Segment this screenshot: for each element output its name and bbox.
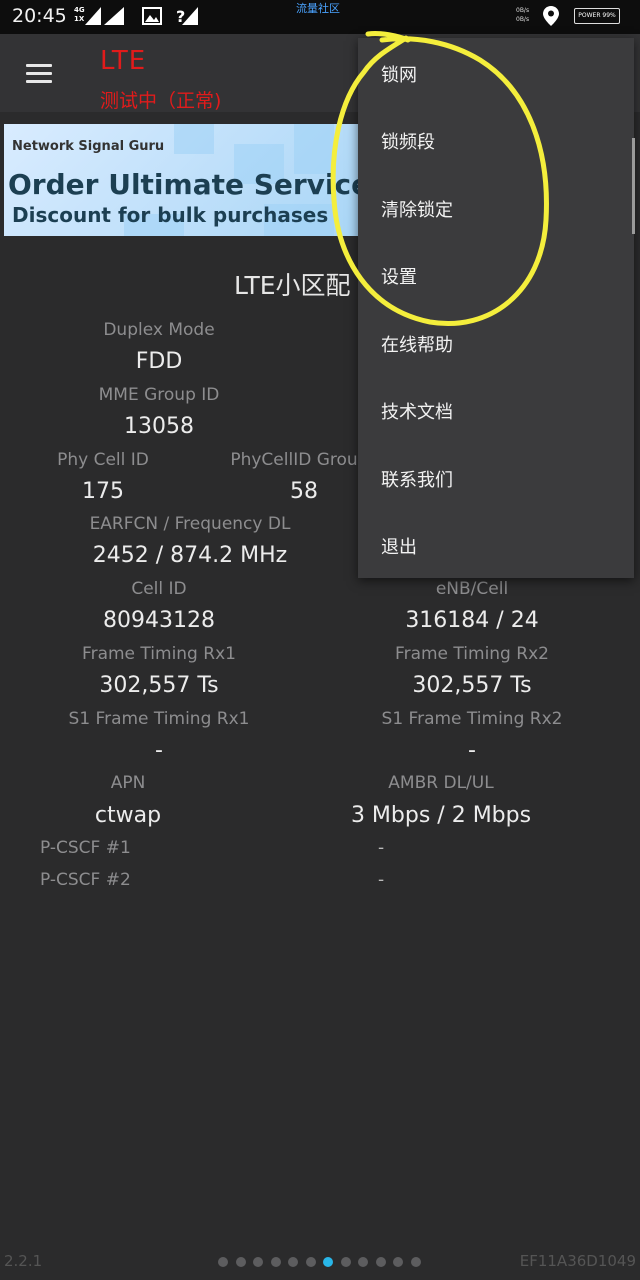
- section-title: LTE小区配: [234, 271, 351, 300]
- page-dot[interactable]: [340, 1257, 351, 1267]
- phycellid-group-value: 58: [290, 479, 318, 504]
- pcscf2-value: -: [378, 870, 385, 890]
- enb-cell-label: eNB/Cell: [435, 579, 509, 599]
- phycellid-group-label: PhyCellID Grou: [230, 450, 358, 470]
- device-id-label: EF11A36D1049: [519, 1252, 636, 1270]
- status-time: 20:45: [12, 5, 67, 27]
- frame-timing-rx2-label: Frame Timing Rx2: [395, 644, 549, 664]
- apn-value: ctwap: [94, 803, 162, 828]
- cell-id-value: 80943128: [103, 608, 215, 633]
- frame-timing-rx1-value: 302,557 Ts: [99, 673, 219, 698]
- page-dot[interactable]: [270, 1257, 281, 1267]
- menu-item-tech-docs[interactable]: 技术文档: [381, 398, 453, 424]
- page-dot[interactable]: [218, 1257, 228, 1267]
- network-speed: 0B/s 0B/s: [516, 7, 530, 23]
- menu-item-clear-lock[interactable]: 清除锁定: [381, 196, 453, 222]
- page-dot[interactable]: [305, 1257, 316, 1267]
- page-dot[interactable]: [323, 1257, 333, 1267]
- pcscf1-value: -: [378, 838, 385, 858]
- s1-frame-timing-rx2-value: -: [468, 738, 476, 763]
- frame-timing-rx2-value: 302,557 Ts: [412, 673, 532, 698]
- pcscf1-label: P-CSCF #1: [40, 838, 131, 858]
- phy-cell-id-label: Phy Cell ID: [57, 450, 149, 470]
- cell-id-label: Cell ID: [131, 579, 187, 599]
- location-icon: [543, 6, 559, 26]
- frame-timing-rx1-label: Frame Timing Rx1: [82, 644, 236, 664]
- s1-frame-timing-rx2-label: S1 Frame Timing Rx2: [381, 709, 563, 729]
- toolbar-subtitle: 测试中（正常): [100, 90, 222, 112]
- page-dot[interactable]: [393, 1257, 403, 1267]
- battery-icon: POWER 99%: [574, 8, 620, 24]
- enb-cell-value: 316184 / 24: [405, 608, 539, 633]
- s1-frame-timing-rx1-label: S1 Frame Timing Rx1: [68, 709, 250, 729]
- mme-group-id-label: MME Group ID: [98, 385, 220, 405]
- svg-text:?: ?: [176, 7, 185, 25]
- network-type: 4G 1X: [74, 6, 85, 23]
- signal-alert-icon: ?: [176, 7, 198, 25]
- ambr-label: AMBR DL/UL: [388, 773, 494, 793]
- ad-brand: Network Signal Guru: [12, 139, 165, 154]
- status-bar: 20:45 4G 1X ? 流量社区 0B/s 0B/s POWER 99%: [0, 0, 640, 34]
- pcscf2-label: P-CSCF #2: [40, 870, 131, 890]
- signal-icon: [85, 7, 101, 25]
- page-dot[interactable]: [235, 1257, 246, 1267]
- page-dot[interactable]: [358, 1257, 368, 1267]
- page-dot[interactable]: [410, 1257, 421, 1267]
- menu-icon[interactable]: [26, 64, 52, 84]
- signal-icon: [104, 7, 124, 25]
- duplex-mode-value: FDD: [135, 349, 183, 374]
- version-label: 2.2.1: [4, 1252, 43, 1270]
- page-dot[interactable]: [253, 1257, 263, 1267]
- ad-headline: Order Ultimate Service: [8, 168, 358, 201]
- menu-item-exit[interactable]: 退出: [381, 533, 417, 559]
- menu-item-online-help[interactable]: 在线帮助: [381, 331, 453, 357]
- ambr-value: 3 Mbps / 2 Mbps: [350, 803, 532, 828]
- menu-item-lock-band[interactable]: 锁频段: [381, 128, 435, 154]
- earfcn-label: EARFCN / Frequency DL: [89, 514, 291, 534]
- menu-item-settings[interactable]: 设置: [381, 263, 417, 289]
- toolbar-title: LTE: [100, 46, 147, 76]
- page-dot[interactable]: [375, 1257, 386, 1267]
- s1-frame-timing-rx1-value: -: [155, 738, 163, 763]
- overflow-menu: 锁网 锁频段 清除锁定 设置 在线帮助 技术文档 联系我们 退出: [358, 38, 634, 578]
- apn-label: APN: [110, 773, 146, 793]
- duplex-mode-label: Duplex Mode: [103, 320, 215, 340]
- mme-group-id-value: 13058: [124, 414, 194, 439]
- menu-scrollbar[interactable]: [632, 138, 635, 234]
- watermark: 流量社区: [296, 2, 340, 15]
- page-dot[interactable]: [288, 1257, 298, 1267]
- menu-item-contact-us[interactable]: 联系我们: [381, 466, 453, 492]
- earfcn-value: 2452 / 874.2 MHz: [92, 543, 288, 568]
- ad-tagline: Discount for bulk purchases: [12, 203, 329, 227]
- phy-cell-id-value: 175: [82, 479, 124, 504]
- ad-banner[interactable]: Network Signal Guru Order Ultimate Servi…: [4, 124, 358, 236]
- menu-item-lock-network[interactable]: 锁网: [381, 61, 417, 87]
- image-icon: [142, 7, 162, 25]
